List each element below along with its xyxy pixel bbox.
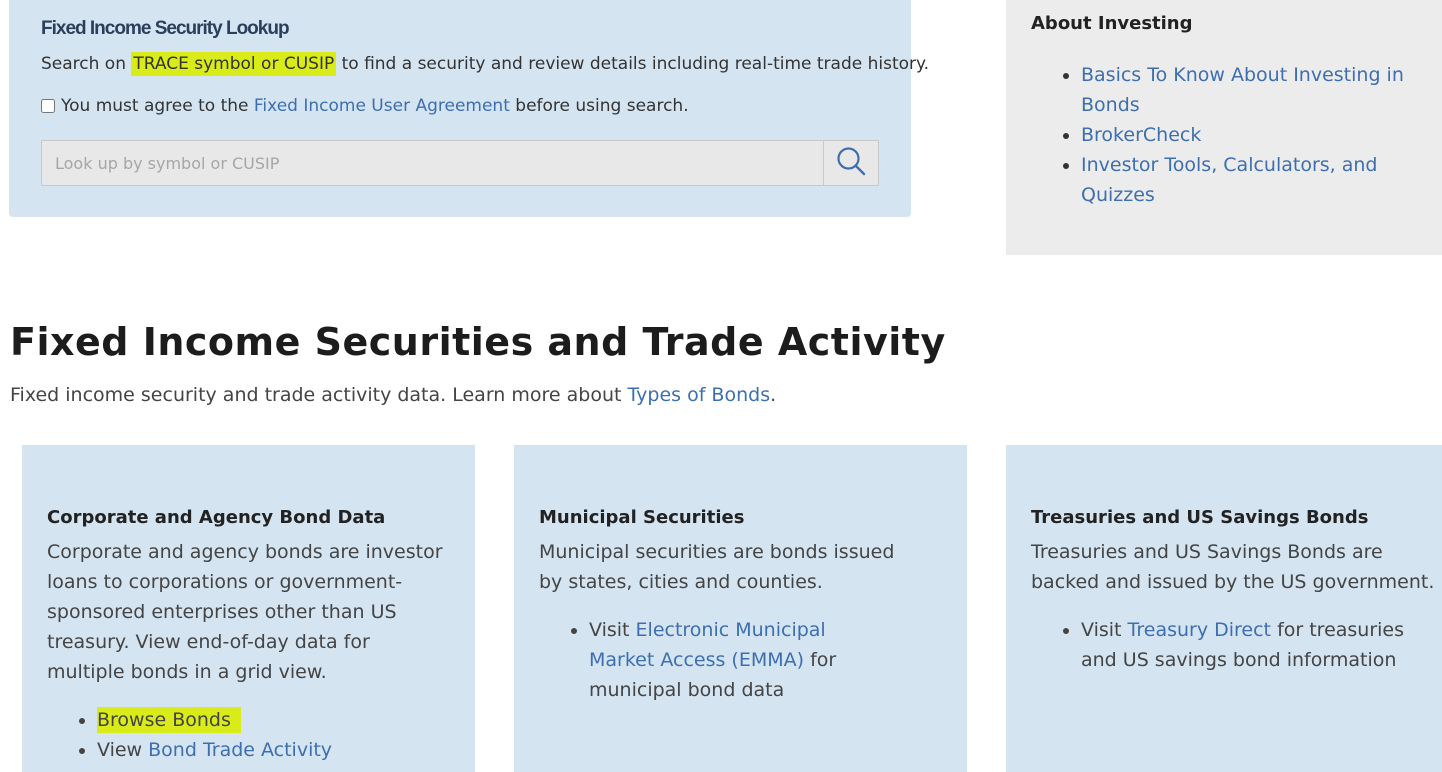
brokercheck-link[interactable]: BrokerCheck xyxy=(1081,124,1201,146)
investor-tools-link[interactable]: Investor Tools, Calculators, and Quizzes xyxy=(1081,154,1378,206)
list-item: Investor Tools, Calculators, and Quizzes xyxy=(1081,150,1421,210)
lookup-desc-before: Search on xyxy=(41,54,126,74)
agree-before: You must agree to the xyxy=(61,96,249,116)
item-prefix: Visit xyxy=(589,619,630,641)
agreement-row: You must agree to the Fixed Income User … xyxy=(41,96,689,116)
list-item: View Bond Trade Activity xyxy=(97,735,332,765)
treasury-direct-link[interactable]: Treasury Direct xyxy=(1128,619,1271,641)
list-item: Visit Electronic Municipal Market Access… xyxy=(589,615,889,705)
about-investing-title: About Investing xyxy=(1031,13,1193,34)
list-item: Browse Bonds xyxy=(97,705,332,735)
security-lookup-panel: Fixed Income Security Lookup Search on T… xyxy=(9,0,929,217)
search-button[interactable] xyxy=(823,141,878,185)
municipal-securities-card: Municipal Securities Municipal securitie… xyxy=(514,445,967,772)
item-prefix: Visit xyxy=(1081,619,1122,641)
agreement-checkbox[interactable] xyxy=(41,99,55,113)
user-agreement-link[interactable]: Fixed Income User Agreement xyxy=(254,96,510,116)
card-links-list: Visit Electronic Municipal Market Access… xyxy=(539,615,889,705)
lookup-description: Search on TRACE symbol or CUSIP to find … xyxy=(41,52,930,76)
section-desc-after: . xyxy=(770,384,777,406)
section-description: Fixed income security and trade activity… xyxy=(10,384,776,406)
search-input[interactable] xyxy=(42,141,823,185)
search-box xyxy=(41,140,879,186)
treasuries-card: Treasuries and US Savings Bonds Treasuri… xyxy=(1006,445,1442,772)
item-prefix: View xyxy=(97,739,143,761)
browse-bonds-link[interactable]: Browse Bonds xyxy=(97,707,241,733)
about-investing-box: About Investing Basics To Know About Inv… xyxy=(1006,0,1442,255)
card-text: Treasuries and US Savings Bonds are back… xyxy=(1031,541,1435,593)
search-icon xyxy=(836,146,866,180)
card-title: Municipal Securities xyxy=(539,507,745,528)
section-title: Fixed Income Securities and Trade Activi… xyxy=(10,320,946,364)
card-links-list: Visit Treasury Direct for treasuries and… xyxy=(1031,615,1431,675)
basics-bonds-link[interactable]: Basics To Know About Investing in Bonds xyxy=(1081,64,1404,116)
section-desc-before: Fixed income security and trade activity… xyxy=(10,384,622,406)
card-title: Corporate and Agency Bond Data xyxy=(47,507,386,528)
list-item: Basics To Know About Investing in Bonds xyxy=(1081,60,1421,120)
card-links-list: Browse Bonds View Bond Trade Activity xyxy=(47,705,332,765)
lookup-title: Fixed Income Security Lookup xyxy=(41,18,290,39)
card-text: Corporate and agency bonds are investor … xyxy=(47,541,443,683)
card-title: Treasuries and US Savings Bonds xyxy=(1031,507,1369,528)
bond-trade-activity-link[interactable]: Bond Trade Activity xyxy=(148,739,332,761)
lookup-desc-highlight: TRACE symbol or CUSIP xyxy=(131,52,337,76)
card-text: Municipal securities are bonds issued by… xyxy=(539,541,895,593)
list-item: BrokerCheck xyxy=(1081,120,1421,150)
lookup-desc-after: to find a security and review details in… xyxy=(341,54,930,74)
agree-after: before using search. xyxy=(515,96,689,116)
corporate-agency-card: Corporate and Agency Bond Data Corporate… xyxy=(22,445,475,772)
about-investing-list: Basics To Know About Investing in Bonds … xyxy=(1031,60,1421,210)
types-of-bonds-link[interactable]: Types of Bonds xyxy=(628,384,771,406)
list-item: Visit Treasury Direct for treasuries and… xyxy=(1081,615,1431,675)
